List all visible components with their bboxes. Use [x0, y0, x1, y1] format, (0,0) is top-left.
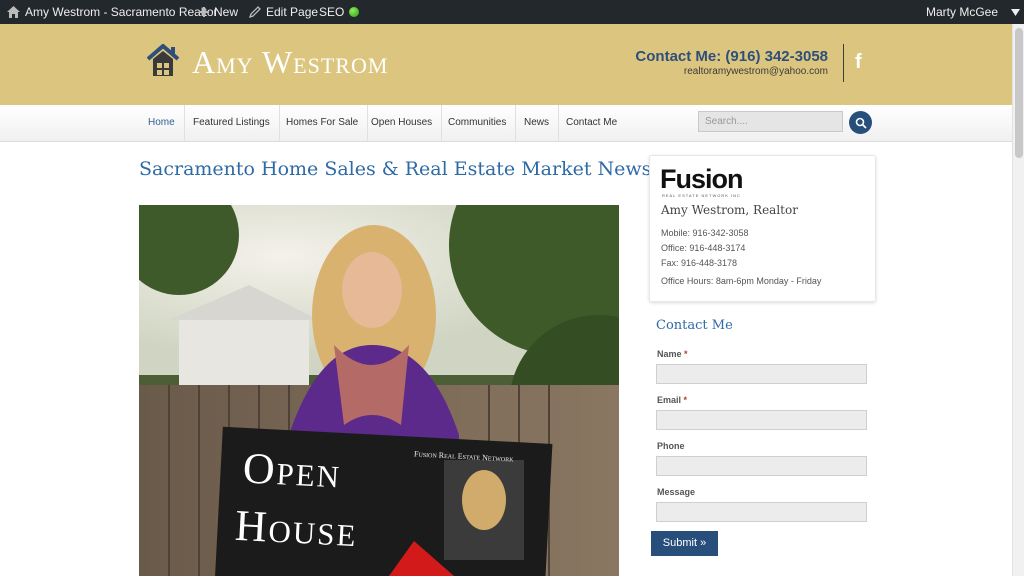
header-contact-email[interactable]: realtoramywestrom@yahoo.com: [684, 66, 828, 77]
agent-mobile: Mobile: 916-342-3058: [661, 228, 749, 238]
open-house-photo-image: [139, 205, 619, 576]
header-contact-phone[interactable]: Contact Me: (916) 342-3058: [635, 48, 828, 65]
agent-fax: Fax: 916-448-3178: [661, 258, 738, 268]
facebook-icon[interactable]: f: [855, 51, 871, 73]
sign-house-text: House: [233, 500, 359, 557]
admin-user-name: Marty McGee: [926, 5, 999, 19]
message-field[interactable]: [656, 502, 867, 522]
page-title: Sacramento Home Sales & Real Estate Mark…: [139, 158, 652, 180]
agent-card: Fusion REAL ESTATE NETWORK INC Amy Westr…: [649, 155, 876, 302]
admin-edit-label: Edit Page: [266, 5, 319, 19]
contact-widget-title: Contact Me: [656, 318, 733, 333]
main-nav: Home Featured Listings Homes For Sale Op…: [0, 105, 1012, 142]
email-label: Email *: [657, 395, 688, 405]
required-mark: *: [683, 395, 688, 405]
plus-icon: [199, 7, 209, 17]
nav-communities[interactable]: Communities: [439, 105, 517, 141]
phone-field[interactable]: [656, 456, 867, 476]
agent-office: Office: 916-448-3174: [661, 243, 746, 253]
nav-news[interactable]: News: [515, 105, 560, 141]
nav-home[interactable]: Home: [139, 105, 185, 141]
admin-new-label: New: [214, 5, 239, 19]
fusion-logo[interactable]: Fusion: [660, 164, 743, 195]
admin-seo-button[interactable]: SEO: [319, 0, 360, 24]
site-header: Amy Westrom Contact Me: (916) 342-3058 r…: [0, 24, 1012, 105]
sign-open-text: Open: [241, 443, 343, 498]
pencil-icon: [249, 6, 261, 18]
scrollbar-thumb[interactable]: [1015, 28, 1023, 158]
office-hours: Office Hours: 8am-6pm Monday - Friday: [661, 276, 822, 286]
header-divider: [843, 44, 844, 82]
search-button[interactable]: [849, 111, 872, 134]
admin-site-link[interactable]: Amy Westrom - Sacramento Realtor: [7, 0, 218, 24]
page-scrollbar[interactable]: [1012, 24, 1024, 576]
nav-open-houses[interactable]: Open Houses: [362, 105, 443, 141]
agent-name: Amy Westrom, Realtor: [661, 203, 798, 217]
search-input[interactable]: Search....: [698, 111, 843, 132]
admin-seo-label: SEO: [319, 5, 345, 19]
email-field[interactable]: [656, 410, 867, 430]
message-label: Message: [657, 487, 696, 497]
house-logo-icon[interactable]: [145, 43, 181, 77]
admin-bar: Amy Westrom - Sacramento Realtor New Edi…: [0, 0, 1024, 24]
magnifier-icon: [855, 117, 867, 129]
hero-photo: Open House Fusion Real Estate Network: [139, 205, 619, 576]
triangle-down-icon: [1011, 8, 1021, 16]
admin-site-name: Amy Westrom - Sacramento Realtor: [25, 5, 218, 19]
nav-homes-for-sale[interactable]: Homes For Sale: [277, 105, 369, 141]
submit-button[interactable]: Submit »: [651, 531, 718, 556]
seo-status-icon: [349, 7, 360, 17]
phone-label: Phone: [657, 441, 685, 451]
nav-contact-me[interactable]: Contact Me: [557, 105, 626, 141]
required-mark: *: [684, 349, 688, 359]
admin-user-menu[interactable]: Marty McGee: [926, 0, 1021, 24]
name-field[interactable]: [656, 364, 867, 384]
nav-featured-listings[interactable]: Featured Listings: [184, 105, 280, 141]
admin-edit-page-button[interactable]: Edit Page: [249, 0, 318, 24]
fusion-logo-subtitle: REAL ESTATE NETWORK INC: [662, 193, 741, 198]
home-icon: [7, 6, 20, 18]
site-logo-text[interactable]: Amy Westrom: [192, 44, 388, 81]
admin-new-button[interactable]: New: [199, 0, 238, 24]
name-label: Name *: [657, 349, 688, 359]
